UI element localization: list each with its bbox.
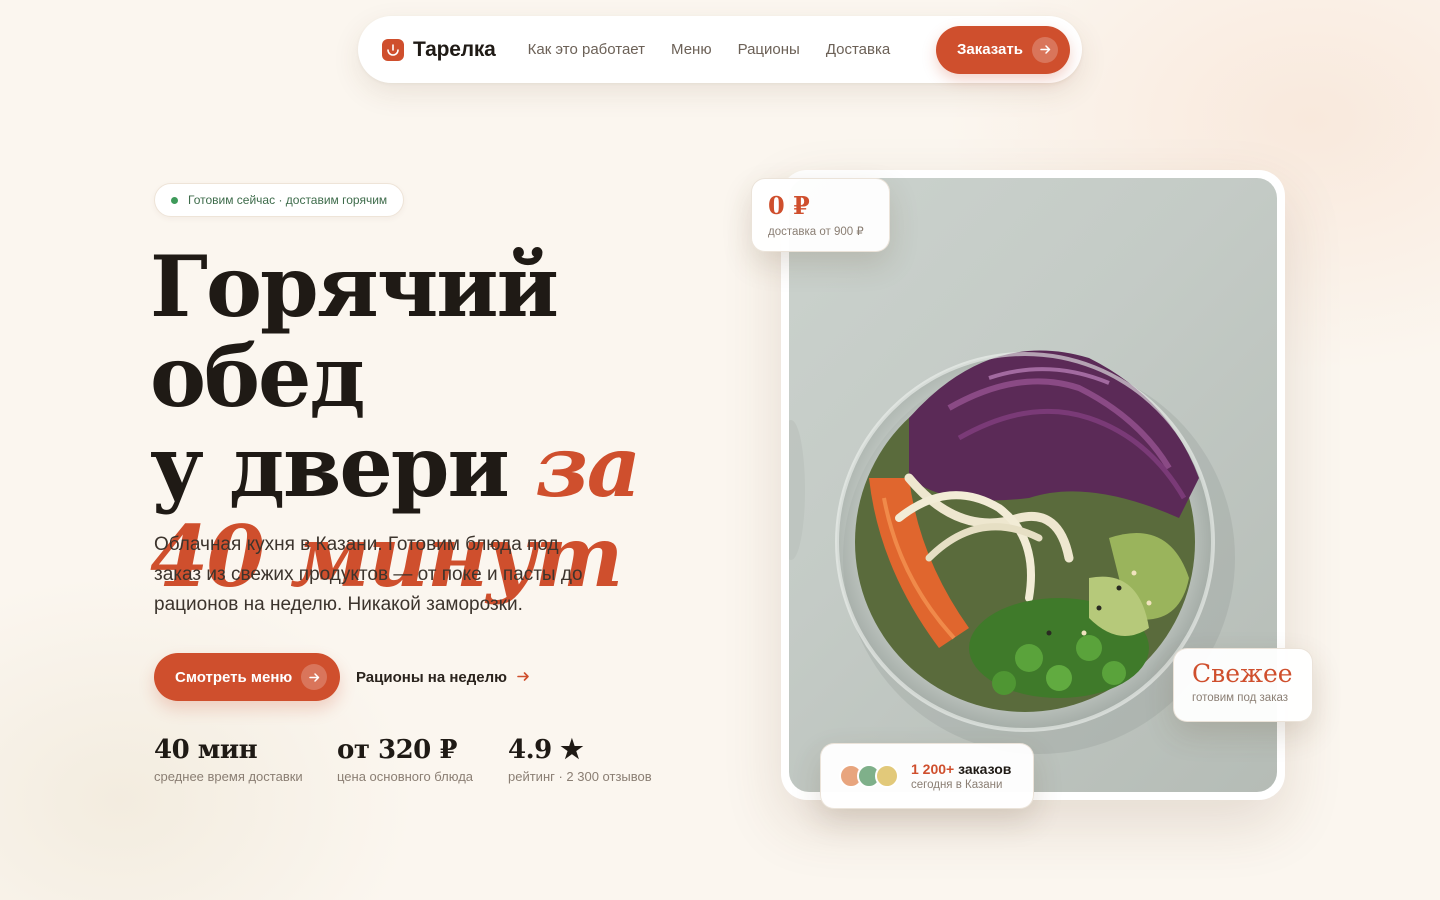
arrow-right-icon (301, 664, 327, 690)
nav-links: Как это работает Меню Рационы Доставка (528, 41, 891, 58)
stat-rating: 4.9 ★ рейтинг · 2 300 отзывов (508, 733, 678, 784)
nav-link-menu[interactable]: Меню (671, 41, 712, 58)
stat-price: от 320 ₽ цена основного блюда (337, 733, 508, 784)
fresh-note: готовим под заказ (1192, 692, 1289, 704)
nav-link-how-it-works[interactable]: Как это работает (528, 41, 645, 58)
live-dot-icon (171, 196, 178, 204)
headline-line-1: Горячий обед (150, 237, 559, 426)
arrow-right-icon (517, 669, 530, 686)
nav-link-rations[interactable]: Рационы (738, 41, 800, 58)
view-menu-button-label: Смотреть меню (175, 668, 293, 686)
status-badge-text: Готовим сейчас · доставим горячим (188, 193, 388, 207)
orders-note: сегодня в Казани (911, 779, 1003, 791)
status-badge: Готовим сейчас · доставим горячим (154, 183, 405, 217)
brand-name: Тарелка (413, 37, 496, 61)
arrow-right-icon (1032, 36, 1058, 63)
order-button[interactable]: Заказать (936, 25, 1070, 74)
stat-value: 40 мин (154, 735, 258, 765)
stat-label: цена основного блюда (337, 769, 474, 784)
orders-suffix: заказов (954, 761, 1012, 777)
hero-subtitle: Облачная кухня в Казани. Готовим блюда п… (154, 534, 583, 615)
orders-count: 1 200+ (911, 761, 955, 777)
weekly-rations-link-label: Рационы на неделю (356, 668, 507, 686)
stat-label: среднее время доставки (154, 769, 303, 784)
stat-value: от 320 ₽ (337, 735, 457, 765)
hero-stats: 40 мин среднее время доставки от 320 ₽ ц… (154, 733, 678, 784)
top-navigation: Тарелка Как это работает Меню Рационы До… (358, 16, 1082, 83)
fresh-card: Свежее готовим под заказ (1173, 648, 1313, 722)
stat-label: рейтинг · 2 300 отзывов (508, 769, 652, 784)
view-menu-button[interactable]: Смотреть меню (154, 653, 340, 701)
stat-delivery-time: 40 мин среднее время доставки (154, 733, 337, 784)
free-delivery-price: 0 ₽ (768, 191, 810, 220)
orders-card: 1 200+ заказов сегодня в Казани (820, 743, 1034, 809)
brand-logo[interactable]: Тарелка (382, 38, 496, 62)
free-delivery-card: 0 ₽ доставка от 900 ₽ (751, 178, 890, 252)
avatar (875, 764, 899, 788)
avatar-group (839, 764, 899, 788)
fresh-title: Свежее (1192, 659, 1293, 688)
headline-line-2: у двери (150, 417, 536, 516)
bowl-icon (382, 38, 404, 61)
order-button-label: Заказать (957, 41, 1023, 58)
free-delivery-note: доставка от 900 ₽ (768, 226, 864, 238)
stat-value: 4.9 ★ (508, 735, 584, 765)
nav-link-delivery[interactable]: Доставка (826, 41, 890, 58)
orders-text: 1 200+ заказов сегодня в Казани (911, 761, 1011, 791)
weekly-rations-link[interactable]: Рационы на неделю (356, 653, 530, 701)
orders-headline: 1 200+ заказов (911, 761, 1011, 777)
